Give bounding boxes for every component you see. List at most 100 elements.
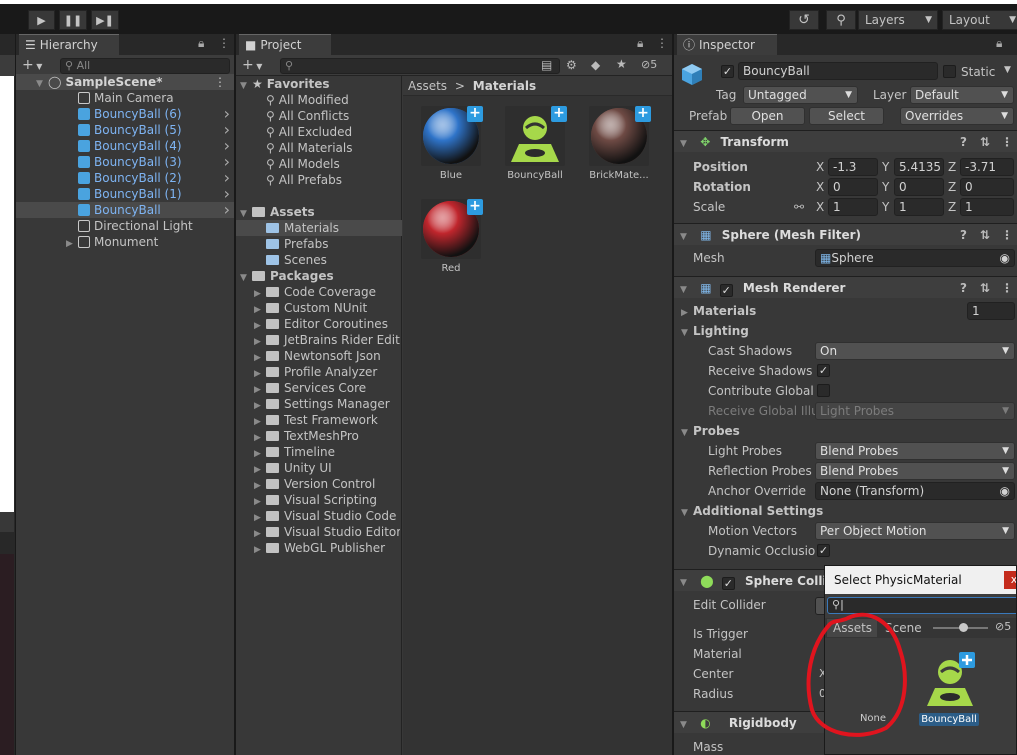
expand-arrow-icon[interactable]: ▶ [66, 236, 78, 252]
expand-arrow-icon[interactable]: ▶ [254, 286, 266, 300]
expand-arrow-icon[interactable]: ▶ [254, 398, 266, 412]
hidden-items-toggle[interactable]: ⊘5 [995, 620, 1011, 633]
expand-arrow-icon[interactable]: ▶ [254, 350, 266, 364]
expand-arrow-icon[interactable]: ▶ [254, 302, 266, 316]
expand-arrow-icon[interactable]: ▶ [681, 303, 693, 323]
search-button[interactable]: ⚲ [826, 10, 856, 30]
mesh-renderer-header[interactable]: ▼ ▦ ✓ Mesh Renderer ? ⇅ ⋮ [674, 276, 1017, 298]
expand-arrow-icon[interactable]: ▶ [254, 494, 266, 508]
package-item[interactable]: ▶ Settings Manager [254, 396, 400, 412]
lock-icon[interactable]: 🔒︎ [198, 36, 204, 51]
rot-x-field[interactable]: 0 [828, 178, 878, 196]
preset-icon[interactable]: ⇅ [980, 131, 990, 153]
probes-row[interactable]: ▼ Probes [674, 421, 1017, 441]
rot-z-field[interactable]: 0 [960, 178, 1014, 196]
anchor-override-field[interactable]: None (Transform) ◉ [815, 482, 1015, 500]
package-item[interactable]: ▶ TextMeshPro [254, 428, 400, 444]
breadcrumb-materials[interactable]: Materials [473, 79, 536, 93]
object-picker-icon[interactable]: ◉ [1000, 483, 1010, 499]
package-item[interactable]: ▶ Visual Studio Code Ed [254, 508, 400, 524]
pos-z-field[interactable]: -3.71 [960, 158, 1014, 176]
light-probes-dropdown[interactable]: Blend Probes ▼ [815, 442, 1015, 460]
expand-arrow-icon[interactable]: ▶ [254, 382, 266, 396]
layer-dropdown[interactable]: Default ▼ [910, 86, 1014, 104]
chevron-right-icon[interactable]: › [224, 202, 230, 218]
collapse-arrow-icon[interactable]: ▼ [680, 226, 692, 248]
collapse-arrow-icon[interactable]: ▼ [681, 503, 693, 523]
component-menu-icon[interactable]: ⋮ [1001, 277, 1013, 299]
hierarchy-item[interactable]: Directional Light [16, 218, 234, 234]
favorite-item[interactable]: ⚲ All Materials [266, 140, 353, 156]
package-item[interactable]: ▶ Newtonsoft Json [254, 348, 400, 364]
collapse-arrow-icon[interactable]: ▼ [680, 133, 692, 155]
favorite-star-icon[interactable]: ★ [616, 57, 627, 71]
constrain-proportions-icon[interactable]: ⚯ [794, 200, 804, 214]
package-item[interactable]: ▶ Visual Scripting [254, 492, 400, 508]
expand-arrow-icon[interactable]: ▶ [254, 430, 266, 444]
expand-arrow-icon[interactable]: ▶ [254, 414, 266, 428]
component-menu-icon[interactable]: ⋮ [1001, 224, 1013, 246]
favorite-item[interactable]: ⚲ All Excluded [266, 124, 352, 140]
scene-row[interactable]: ▼ ◯ SampleScene* ⋮ [16, 74, 234, 90]
mesh-filter-header[interactable]: ▼ ▦ Sphere (Mesh Filter) ? ⇅ ⋮ [674, 223, 1017, 245]
asset-item[interactable]: + BouncyBall [503, 106, 567, 186]
search-by-type-icon[interactable]: ▤ [541, 58, 552, 72]
favorites-row[interactable]: ▼ ★ Favorites [240, 76, 329, 92]
hidden-packages-toggle[interactable]: ⊘5 [641, 58, 657, 71]
hierarchy-item[interactable]: BouncyBall (2) › [16, 170, 234, 186]
collapse-arrow-icon[interactable]: ▼ [680, 279, 692, 301]
add-button[interactable]: + ▼ [22, 57, 42, 73]
tab-hierarchy[interactable]: ☰ Hierarchy [19, 34, 119, 55]
mesh-renderer-enabled-checkbox[interactable]: ✓ [719, 284, 733, 297]
mesh-object-field[interactable]: ▦Sphere ◉ [815, 249, 1015, 267]
collapse-arrow-icon[interactable]: ▼ [680, 572, 692, 594]
expand-arrow-icon[interactable]: ▶ [254, 462, 266, 476]
packages-row[interactable]: ▼ Packages [240, 268, 334, 284]
breadcrumb-assets[interactable]: Assets [408, 79, 447, 93]
more-icon[interactable]: ⋮ [218, 36, 230, 50]
object-name-field[interactable]: BouncyBall [738, 62, 938, 80]
hierarchy-item[interactable]: BouncyBall (3) › [16, 154, 234, 170]
label-icon[interactable]: ◆ [591, 58, 600, 72]
asset-item[interactable]: + Red [419, 199, 483, 279]
close-button[interactable]: x [1004, 571, 1016, 589]
package-item[interactable]: ▶ Version Control [254, 476, 400, 492]
hierarchy-search-input[interactable]: ⚲ All [60, 58, 230, 74]
materials-size-field[interactable]: 1 [967, 302, 1015, 320]
game-view[interactable] [0, 554, 14, 755]
project-search-input[interactable]: ⚲ [280, 58, 560, 74]
expand-arrow-icon[interactable]: ▶ [254, 542, 266, 556]
favorite-item[interactable]: ⚲ All Modified [266, 92, 349, 108]
pos-x-field[interactable]: -1.3 [828, 158, 878, 176]
prefab-cube-icon[interactable] [680, 62, 704, 86]
hierarchy-item[interactable]: BouncyBall › [16, 202, 234, 218]
cast-shadows-dropdown[interactable]: On ▼ [815, 342, 1015, 360]
preset-icon[interactable]: ⇅ [980, 277, 990, 299]
collapse-arrow-icon[interactable]: ▼ [681, 323, 693, 343]
package-item[interactable]: ▶ Test Framework [254, 412, 400, 428]
additional-settings-row[interactable]: ▼ Additional Settings [674, 501, 1017, 521]
asset-item[interactable]: + BrickMate... [587, 106, 651, 186]
motion-vectors-dropdown[interactable]: Per Object Motion ▼ [815, 522, 1015, 540]
history-button[interactable]: ↺ [789, 10, 819, 30]
package-item[interactable]: ▶ Timeline [254, 444, 400, 460]
more-icon[interactable]: ⋮ [656, 36, 668, 50]
pause-button[interactable]: ❚❚ [59, 10, 87, 30]
expand-arrow-icon[interactable]: ▶ [254, 446, 266, 460]
prefab-select-button[interactable]: Select [809, 107, 884, 125]
step-button[interactable]: ▶❚ [91, 10, 119, 30]
hierarchy-item[interactable]: Main Camera [16, 90, 234, 106]
preset-icon[interactable]: ⇅ [980, 224, 990, 246]
filter-by-type-icon[interactable]: ⚙ [566, 58, 577, 72]
collapse-arrow-icon[interactable]: ▼ [680, 714, 692, 736]
asset-folder-item[interactable]: Materials [236, 220, 402, 236]
contribute-gi-checkbox[interactable] [817, 384, 830, 397]
expand-arrow-icon[interactable]: ▼ [240, 270, 252, 286]
bouncyball-physicmaterial-item[interactable] [921, 650, 977, 710]
expand-arrow-icon[interactable]: ▼ [240, 78, 252, 94]
package-item[interactable]: ▶ WebGL Publisher [254, 540, 400, 556]
game-view-tab[interactable] [0, 512, 14, 532]
zoom-slider-handle[interactable] [959, 623, 968, 632]
scl-x-field[interactable]: 1 [828, 198, 878, 216]
create-button[interactable]: + ▼ [242, 57, 262, 73]
